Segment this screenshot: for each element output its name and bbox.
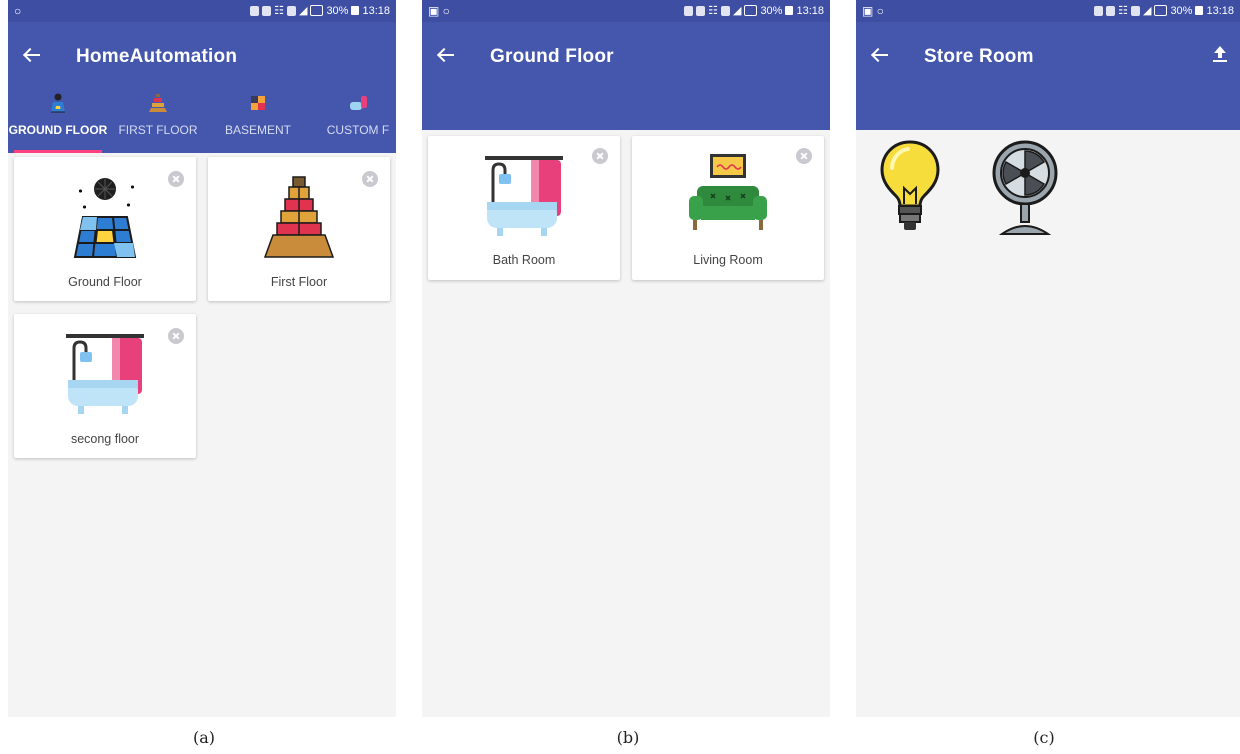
mute-icon [1106, 5, 1116, 16]
app-bar: Store Room [856, 22, 1240, 130]
screen-home-automation: ○ ☷ ◢ 30% 13:18 HomeAutomation GROUND FL… [8, 0, 396, 717]
alarm-icon [1094, 5, 1104, 16]
battery-percent: 30% [326, 4, 349, 17]
signal-icon: ◢ [298, 5, 308, 17]
sofa-icon [689, 154, 767, 230]
battery-small-icon [1195, 6, 1204, 15]
battery-icon [744, 5, 758, 16]
battery-icon [1154, 5, 1168, 16]
card-label: secong floor [70, 432, 140, 446]
pagoda-floor-icon [263, 176, 335, 258]
remove-icon[interactable] [168, 171, 184, 187]
app-bar: Ground Floor [422, 22, 830, 130]
remove-icon[interactable] [592, 148, 608, 164]
back-arrow-icon[interactable] [868, 42, 894, 68]
figure-caption: (c) [1033, 728, 1055, 747]
signal-icon: ◢ [732, 5, 742, 17]
light-bulb-icon[interactable] [878, 138, 942, 236]
wifi-icon: ☷ [1118, 5, 1128, 17]
signal-icon: ◢ [1142, 5, 1152, 17]
screen-ground-floor: ▣ ○ ☷ ◢ 30% 13:18 Ground Floor Bath Room… [422, 0, 830, 717]
app-bar: HomeAutomation GROUND FLOOR FIRST FLOOR … [8, 22, 396, 153]
tab-basement[interactable]: BASEMENT [208, 84, 308, 152]
tab-label: GROUND FLOOR [8, 123, 108, 137]
mute-icon [696, 5, 706, 16]
page-title: Store Room [924, 46, 1034, 67]
data-icon [286, 5, 296, 16]
battery-small-icon [351, 6, 360, 15]
card-label: First Floor [270, 275, 328, 289]
gallery-icon: ▣ ○ [428, 4, 450, 18]
page-title: HomeAutomation [76, 46, 238, 67]
dance-floor-icon [51, 93, 65, 113]
battery-icon [310, 5, 324, 16]
battery-small-icon [785, 6, 794, 15]
bathtub-icon [66, 334, 144, 414]
figure-caption: (b) [616, 728, 640, 747]
tab-label: FIRST FLOOR [118, 123, 198, 137]
upload-icon[interactable] [1212, 46, 1228, 66]
notification-icon: ○ [14, 4, 22, 18]
remove-icon[interactable] [796, 148, 812, 164]
floor-card-ground-floor[interactable]: Ground Floor [14, 157, 196, 301]
alarm-icon [250, 5, 260, 16]
card-label: Living Room [693, 253, 763, 267]
gallery-icon: ▣ ○ [862, 4, 884, 18]
bathtub-icon [485, 156, 563, 236]
card-label: Bath Room [492, 253, 556, 267]
status-time: 13:18 [362, 4, 390, 17]
alarm-icon [684, 5, 694, 16]
page-title: Ground Floor [490, 46, 614, 67]
fan-icon[interactable] [990, 138, 1060, 238]
custom-floor-icon [350, 96, 367, 110]
remove-icon[interactable] [168, 328, 184, 344]
back-arrow-icon[interactable] [20, 42, 46, 68]
battery-percent: 30% [760, 4, 783, 17]
status-time: 13:18 [796, 4, 824, 17]
floor-card-second-floor[interactable]: secong floor [14, 314, 196, 458]
tab-label: BASEMENT [224, 123, 291, 137]
wifi-icon: ☷ [708, 5, 718, 17]
status-time: 13:18 [1206, 4, 1234, 17]
screen-store-room: ▣ ○ ☷ ◢ 30% 13:18 Store Room [856, 0, 1240, 717]
floor-card-first-floor[interactable]: First Floor [208, 157, 390, 301]
status-bar: ▣ ○ ☷ ◢ 30% 13:18 [856, 0, 1240, 22]
tab-first-floor[interactable]: FIRST FLOOR [108, 84, 208, 152]
dance-floor-icon [73, 178, 137, 258]
battery-percent: 30% [1170, 4, 1193, 17]
tab-label: CUSTOM F [326, 123, 390, 137]
wifi-icon: ☷ [274, 5, 284, 17]
mute-icon [262, 5, 272, 16]
data-icon [720, 5, 730, 16]
figure-caption: (a) [192, 728, 216, 747]
card-label: Ground Floor [68, 275, 142, 289]
basement-icon [251, 96, 265, 110]
floor-tabs: GROUND FLOOR FIRST FLOOR BASEMENT CUSTOM… [8, 84, 396, 153]
room-card-living-room[interactable]: Living Room [632, 136, 824, 280]
data-icon [1130, 5, 1140, 16]
back-arrow-icon[interactable] [434, 42, 460, 68]
pagoda-floor-icon [149, 94, 167, 112]
remove-icon[interactable] [362, 171, 378, 187]
status-bar: ▣ ○ ☷ ◢ 30% 13:18 [422, 0, 830, 22]
status-bar: ○ ☷ ◢ 30% 13:18 [8, 0, 396, 22]
tab-custom-floor[interactable]: CUSTOM F [308, 84, 396, 152]
room-card-bath-room[interactable]: Bath Room [428, 136, 620, 280]
tab-ground-floor[interactable]: GROUND FLOOR [8, 84, 108, 153]
